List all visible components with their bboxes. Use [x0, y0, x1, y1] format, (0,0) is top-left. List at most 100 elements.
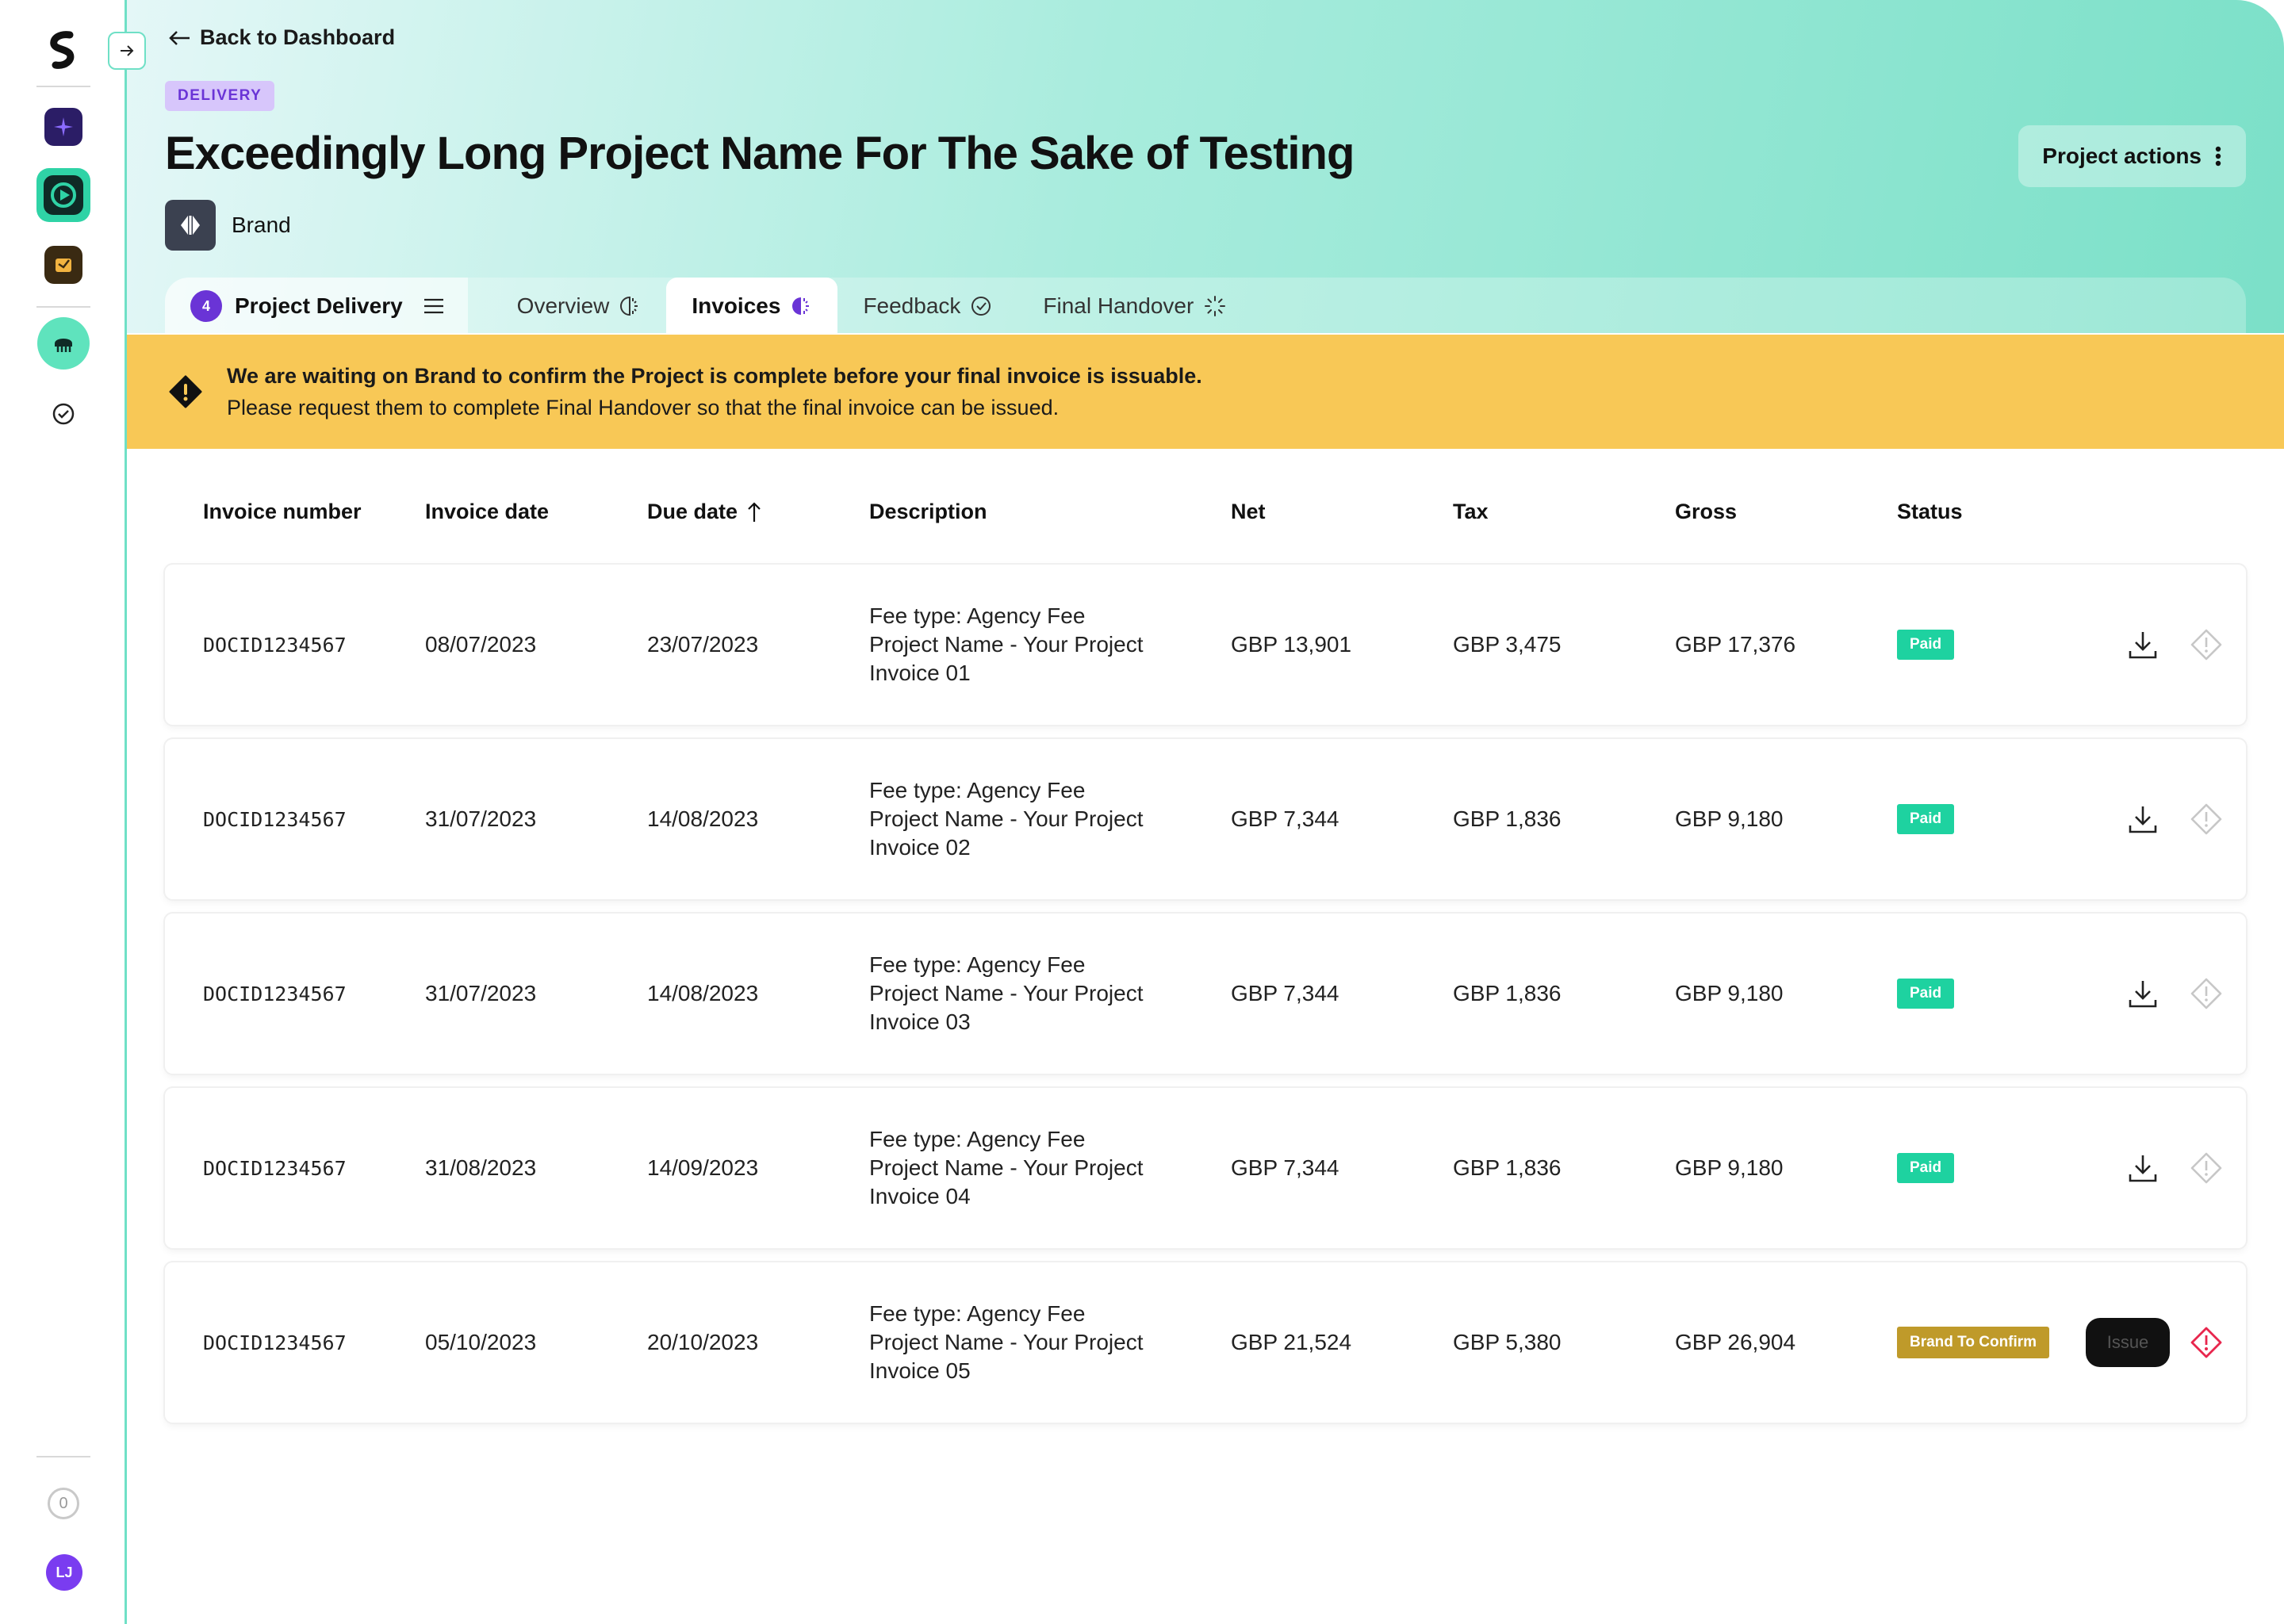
status-badge: Brand To Confirm — [1897, 1327, 2050, 1358]
sidebar-divider — [36, 1456, 90, 1457]
due-date: 14/08/2023 — [647, 806, 759, 831]
tab-invoices[interactable]: Invoices — [666, 278, 838, 335]
check-circle-icon[interactable] — [51, 401, 76, 427]
kebab-menu-icon — [2215, 146, 2221, 167]
due-date: 23/07/2023 — [647, 632, 759, 657]
invoice-label: Invoice 04 — [869, 1184, 971, 1208]
invoice-date: 08/07/2023 — [425, 632, 537, 657]
fee-type: Fee type: Agency Fee — [869, 778, 1086, 802]
project-name: Project Name - Your Project — [869, 1155, 1144, 1180]
alert-diamond-icon — [169, 375, 202, 408]
hamburger-menu-icon — [423, 298, 443, 314]
sidebar-app-delivery[interactable] — [36, 168, 90, 222]
invoice-number: DOCID1234567 — [203, 633, 347, 657]
app-logo-icon[interactable] — [46, 30, 81, 70]
sidebar-app-3[interactable] — [44, 246, 82, 284]
banner-title: We are waiting on Brand to confirm the P… — [227, 364, 1202, 388]
fee-type: Fee type: Agency Fee — [869, 952, 1086, 977]
net-amount: GBP 7,344 — [1231, 806, 1339, 831]
column-tax: Tax — [1453, 500, 1489, 523]
sidebar-divider — [36, 86, 90, 87]
alert-diamond-icon — [2190, 1327, 2222, 1358]
status-badge: Paid — [1897, 804, 1955, 834]
column-due-date[interactable]: Due date — [647, 500, 763, 524]
download-icon — [2129, 632, 2157, 659]
gross-amount: GBP 9,180 — [1675, 981, 1784, 1005]
tab-feedback[interactable]: Feedback — [837, 278, 1017, 335]
tab-overview[interactable]: Overview — [492, 278, 667, 335]
invoice-date: 31/07/2023 — [425, 806, 537, 831]
sidebar-divider — [36, 306, 90, 308]
report-issue-button[interactable] — [2189, 565, 2224, 725]
status-badge: Paid — [1897, 1153, 1955, 1183]
invoice-date: 31/07/2023 — [425, 981, 537, 1005]
status-cell: Brand To Confirm — [1897, 1262, 2050, 1423]
sidebar-app-4[interactable] — [37, 317, 90, 370]
invoice-description: Fee type: Agency Fee Project Name - Your… — [869, 1088, 1144, 1248]
sort-ascending-icon — [748, 501, 761, 522]
sidebar-app-1[interactable] — [44, 108, 82, 146]
half-circle-progress-icon — [620, 296, 638, 316]
column-invoice-number: Invoice number — [203, 500, 362, 523]
project-actions-label: Project actions — [2042, 144, 2202, 168]
download-button[interactable] — [2125, 914, 2160, 1074]
invoice-number: DOCID1234567 — [203, 1331, 347, 1354]
report-issue-button[interactable] — [2189, 739, 2224, 899]
expand-sidebar-button[interactable] — [108, 32, 146, 70]
status-cell: Paid — [1897, 565, 1955, 725]
invoices-table-header: Invoice number Invoice date Due date Des… — [165, 500, 2246, 539]
download-button[interactable] — [2125, 1088, 2160, 1248]
brand-info: Brand — [165, 200, 291, 251]
invoice-row[interactable]: DOCID1234567 08/07/2023 23/07/2023 Fee t… — [165, 565, 2246, 725]
report-issue-button[interactable] — [2189, 1088, 2224, 1248]
tax-amount: GBP 1,836 — [1453, 806, 1562, 831]
invoice-date: 31/08/2023 — [425, 1155, 537, 1180]
notes-app-icon — [56, 259, 71, 272]
tab-count-badge: 4 — [190, 290, 222, 322]
report-issue-button[interactable] — [2189, 914, 2224, 1074]
report-issue-button[interactable] — [2189, 1262, 2224, 1423]
app-sidebar: 0 LJ — [0, 0, 127, 1624]
sparkle-app-icon — [54, 117, 73, 136]
status-badge: Paid — [1897, 630, 1955, 660]
project-tabs: 4 Project Delivery Overview Invoices Fee… — [165, 278, 2246, 335]
download-button[interactable] — [2125, 739, 2160, 899]
back-to-dashboard-link[interactable]: Back to Dashboard — [168, 25, 395, 50]
invoice-label: Invoice 02 — [869, 835, 971, 860]
project-name: Project Name - Your Project — [869, 1330, 1144, 1354]
issue-invoice-button[interactable]: Issue — [2086, 1318, 2170, 1367]
page-title: Exceedingly Long Project Name For The Sa… — [165, 128, 1355, 179]
back-link-label: Back to Dashboard — [200, 25, 396, 49]
tab-label: Overview — [516, 293, 610, 318]
alert-diamond-icon — [2190, 629, 2222, 661]
stage-badge: DELIVERY — [165, 81, 275, 111]
notification-count[interactable]: 0 — [48, 1488, 79, 1519]
user-avatar[interactable]: LJ — [46, 1554, 82, 1591]
alert-diamond-icon — [2190, 1152, 2222, 1184]
status-badge: Paid — [1897, 979, 1955, 1009]
arrow-left-icon — [169, 30, 190, 45]
project-header: Back to Dashboard DELIVERY Exceedingly L… — [127, 0, 2284, 335]
tab-final-handover[interactable]: Final Handover — [1017, 278, 1252, 335]
project-name: Project Name - Your Project — [869, 632, 1144, 657]
project-name: Project Name - Your Project — [869, 981, 1144, 1005]
tab-project-delivery[interactable]: 4 Project Delivery — [165, 278, 468, 335]
column-gross: Gross — [1675, 500, 1738, 523]
invoice-row[interactable]: DOCID1234567 31/07/2023 14/08/2023 Fee t… — [165, 739, 2246, 899]
alert-diamond-icon — [2190, 978, 2222, 1009]
invoice-number: DOCID1234567 — [203, 1156, 347, 1180]
gross-amount: GBP 26,904 — [1675, 1330, 1796, 1354]
invoice-row[interactable]: DOCID1234567 31/07/2023 14/08/2023 Fee t… — [165, 914, 2246, 1074]
status-cell: Paid — [1897, 739, 1955, 899]
fee-type: Fee type: Agency Fee — [869, 1301, 1086, 1326]
invoice-row[interactable]: DOCID1234567 05/10/2023 20/10/2023 Fee t… — [165, 1262, 2246, 1423]
tab-label: Final Handover — [1043, 293, 1194, 318]
project-actions-button[interactable]: Project actions — [2018, 125, 2246, 187]
tab-label: Project Delivery — [235, 293, 403, 318]
alert-diamond-icon — [2190, 803, 2222, 835]
invoice-row[interactable]: DOCID1234567 31/08/2023 14/09/2023 Fee t… — [165, 1088, 2246, 1248]
invoice-label: Invoice 01 — [869, 661, 971, 685]
tab-label: Invoices — [692, 293, 781, 318]
download-button[interactable] — [2125, 565, 2160, 725]
due-date: 20/10/2023 — [647, 1330, 759, 1354]
